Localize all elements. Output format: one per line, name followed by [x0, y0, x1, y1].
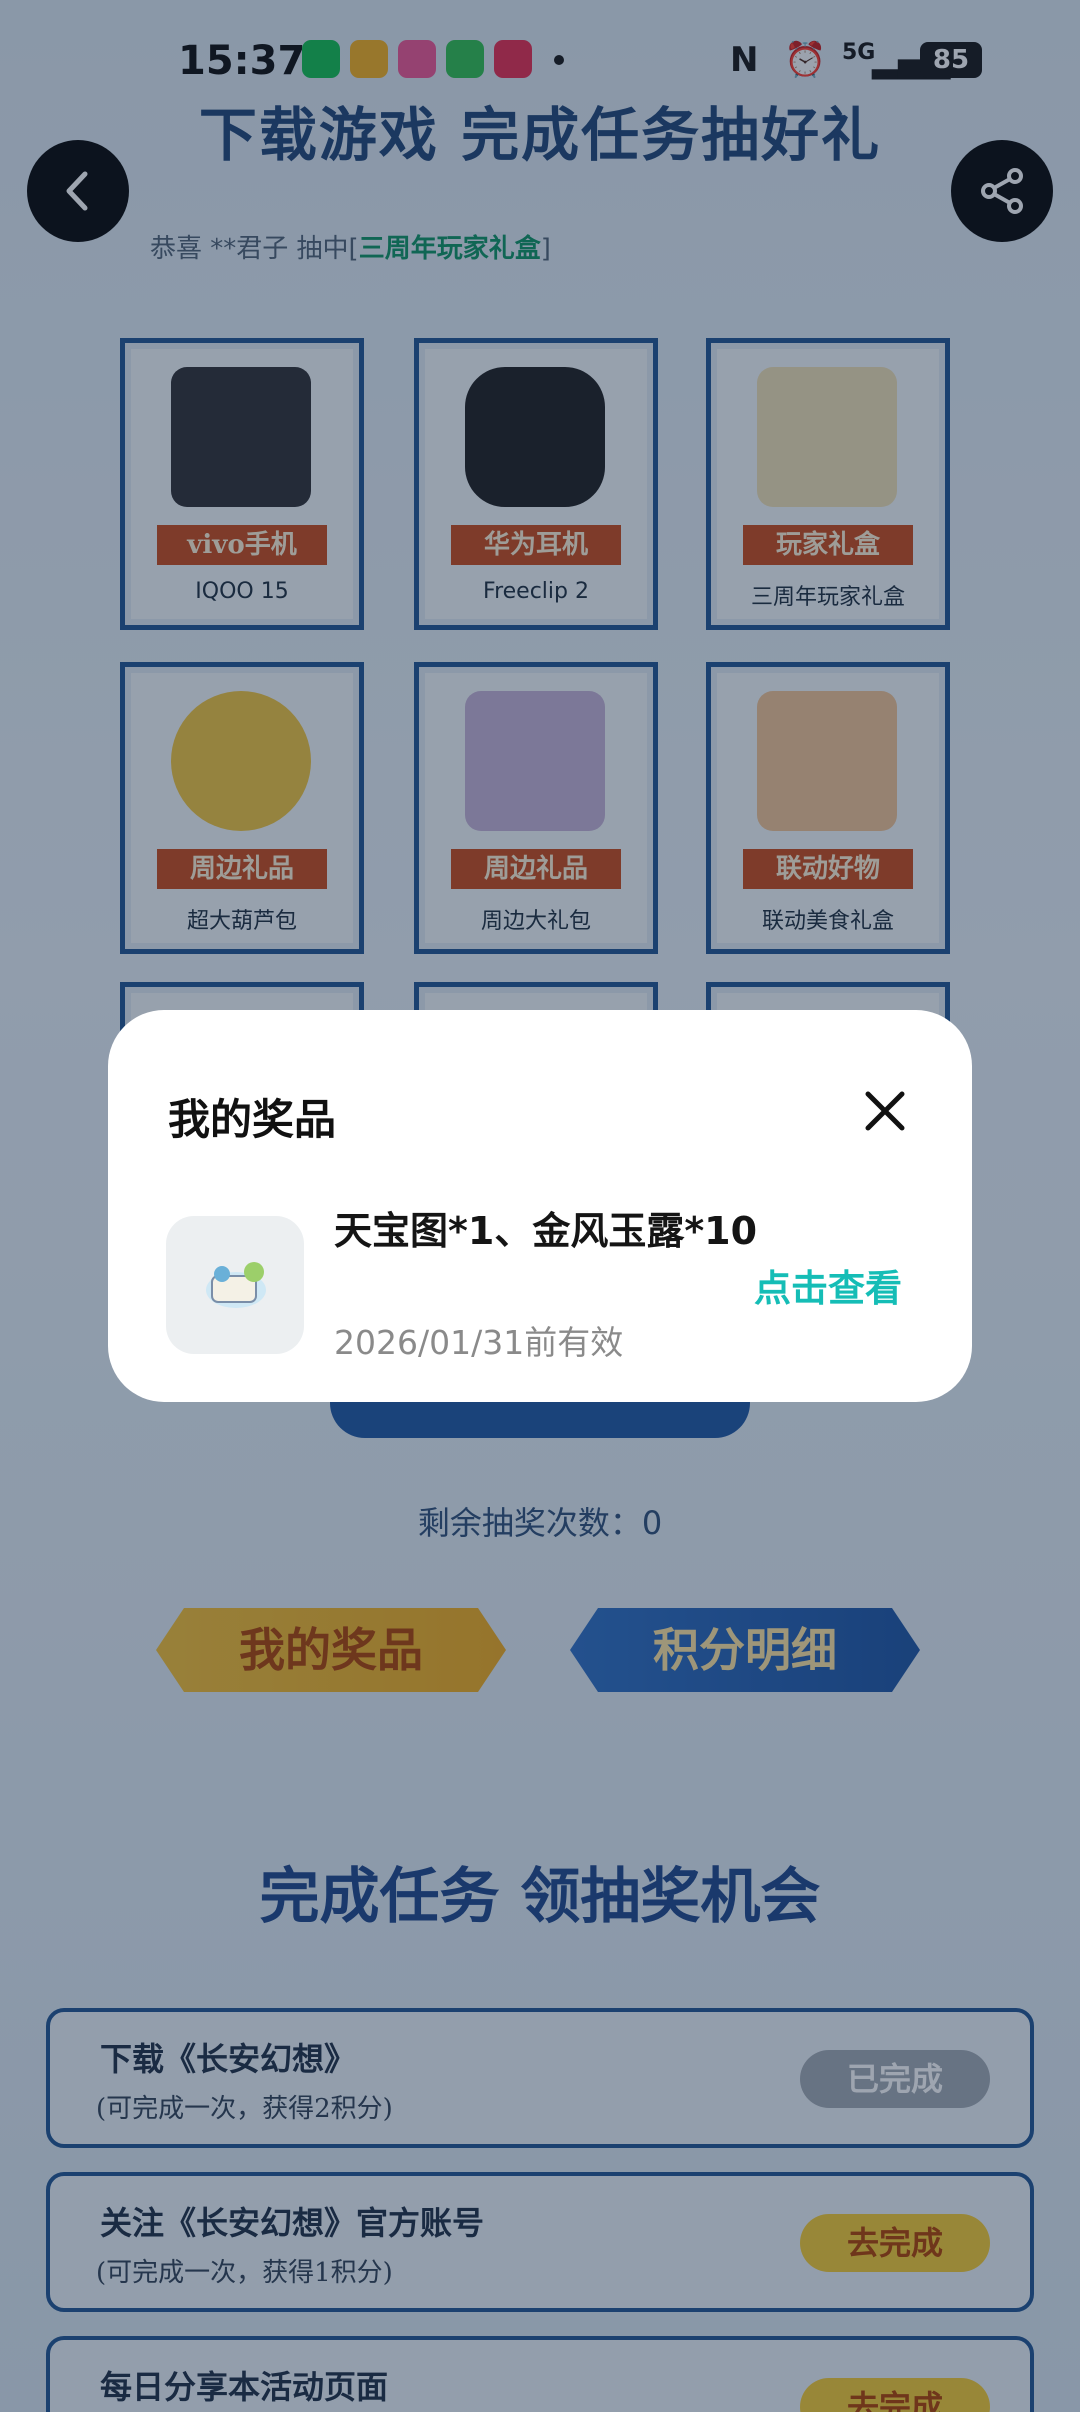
my-prizes-dialog: 我的奖品 天宝图*1、金风玉露*10 2026/01/31前有效 点击查看 — [108, 1010, 972, 1402]
prize-valid-until: 2026/01/31前有效 — [334, 1323, 624, 1362]
scroll-item-icon — [206, 1262, 266, 1308]
close-icon[interactable] — [860, 1086, 910, 1136]
view-prize-button[interactable]: 点击查看 — [754, 1258, 902, 1312]
dialog-title: 我的奖品 — [168, 1095, 337, 1144]
prize-item-name: 天宝图*1、金风玉露*10 — [334, 1209, 758, 1253]
prize-thumbnail — [166, 1216, 304, 1354]
